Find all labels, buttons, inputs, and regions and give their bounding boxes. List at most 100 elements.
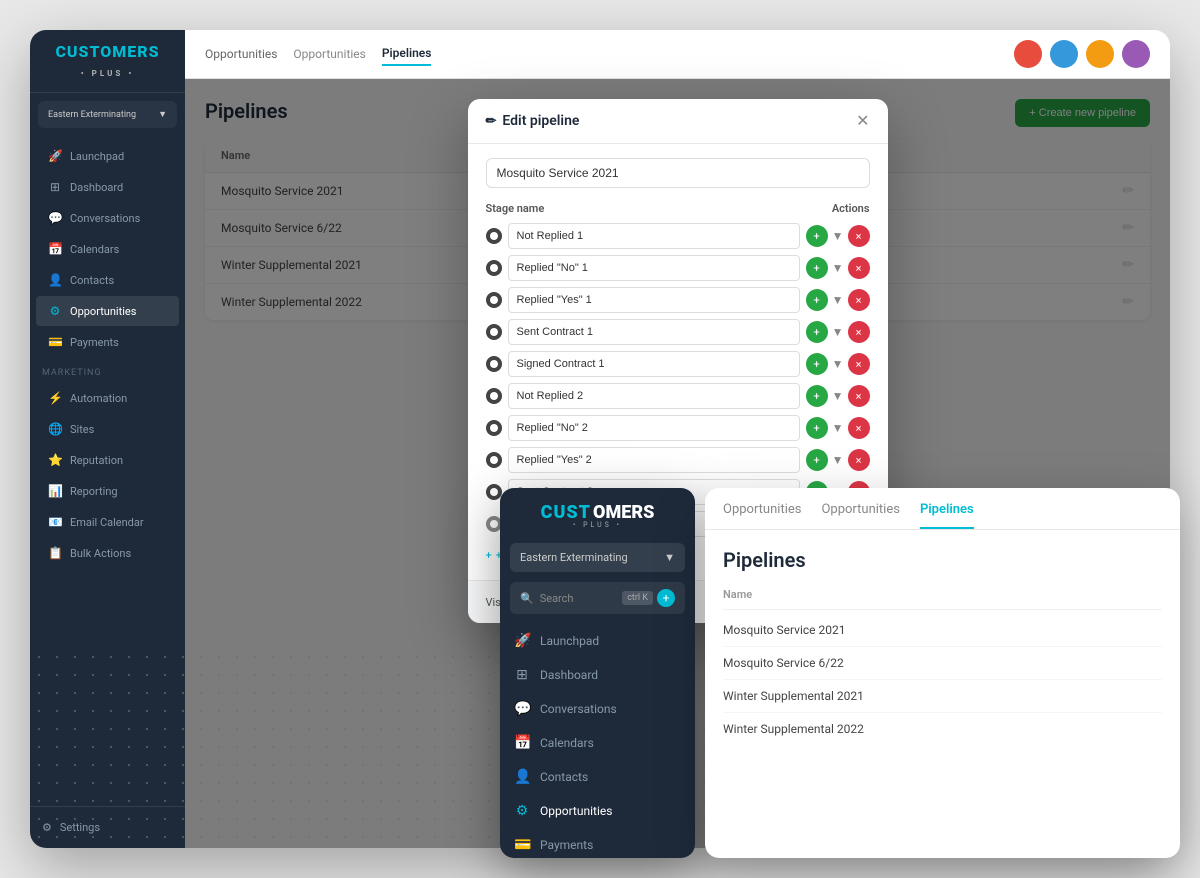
fg-tab-opportunities-sub[interactable]: Opportunities bbox=[821, 502, 899, 529]
fg-nav-launchpad[interactable]: 🚀Launchpad bbox=[500, 624, 695, 658]
sidebar-item-bulk-actions[interactable]: 📋Bulk Actions bbox=[36, 538, 179, 568]
sidebar-item-payments[interactable]: 💳Payments bbox=[36, 327, 179, 357]
sidebar-item-label: Dashboard bbox=[70, 181, 123, 194]
foreground-cards: CUST OMERS • PLUS • Eastern Exterminatin… bbox=[500, 488, 1180, 858]
sidebar-item-launchpad[interactable]: 🚀Launchpad bbox=[36, 141, 179, 171]
delete-stage-button[interactable]: × bbox=[848, 225, 870, 247]
fg-logo-omers: OMERS bbox=[593, 502, 654, 523]
add-stage-button[interactable]: + bbox=[806, 449, 828, 471]
filter-icon[interactable]: ▼ bbox=[832, 357, 844, 371]
stage-row: + ▼ × bbox=[486, 287, 870, 313]
sidebar-item-reporting[interactable]: 📊Reporting bbox=[36, 476, 179, 506]
close-button[interactable]: ✕ bbox=[856, 113, 869, 129]
filter-icon[interactable]: ▼ bbox=[832, 325, 844, 339]
filter-icon[interactable]: ▼ bbox=[832, 453, 844, 467]
fg-add-button[interactable]: + bbox=[657, 589, 675, 607]
fg-nav-dashboard[interactable]: ⊞Dashboard bbox=[500, 658, 695, 692]
sidebar-item-label: Calendars bbox=[70, 243, 119, 256]
sidebar-item-automation[interactable]: ⚡Automation bbox=[36, 383, 179, 413]
fg-nav-label: Conversations bbox=[540, 702, 617, 716]
modal-header: ✏ Edit pipeline ✕ bbox=[468, 99, 888, 144]
sidebar-item-label: Sites bbox=[70, 423, 94, 436]
top-header: Opportunities Opportunities Pipelines bbox=[185, 30, 1170, 79]
sidebar-item-sites[interactable]: 🌐Sites bbox=[36, 414, 179, 444]
fg-panel-header: Opportunities Opportunities Pipelines bbox=[705, 488, 1180, 530]
stage-input[interactable] bbox=[508, 287, 800, 313]
tab-pipelines[interactable]: Pipelines bbox=[382, 42, 432, 66]
add-stage-button[interactable]: + bbox=[806, 257, 828, 279]
delete-stage-button[interactable]: × bbox=[848, 289, 870, 311]
pipeline-name-input[interactable] bbox=[486, 158, 870, 188]
fg-nav-conversations[interactable]: 💬Conversations bbox=[500, 692, 695, 726]
stage-check bbox=[486, 260, 502, 276]
fg-nav-calendars[interactable]: 📅Calendars bbox=[500, 726, 695, 760]
add-stage-button[interactable]: + bbox=[806, 289, 828, 311]
fg-nav-opportunities[interactable]: ⚙Opportunities bbox=[500, 794, 695, 828]
stage-input[interactable] bbox=[508, 319, 800, 345]
fg-nav-contacts[interactable]: 👤Contacts bbox=[500, 760, 695, 794]
sidebar-item-contacts[interactable]: 👤Contacts bbox=[36, 265, 179, 295]
stage-row: + ▼ × bbox=[486, 447, 870, 473]
automation-icon: ⚡ bbox=[48, 391, 62, 405]
fg-nav-payments[interactable]: 💳Payments bbox=[500, 828, 695, 858]
add-stage-button[interactable]: + bbox=[806, 385, 828, 407]
sidebar-item-reputation[interactable]: ⭐Reputation bbox=[36, 445, 179, 475]
fg-nav-label: Contacts bbox=[540, 770, 588, 784]
fg-pipeline-row: Winter Supplemental 2021 bbox=[723, 680, 1162, 713]
stage-actions: + ▼ × bbox=[806, 321, 870, 343]
stage-check bbox=[486, 292, 502, 308]
sidebar-item-calendars[interactable]: 📅Calendars bbox=[36, 234, 179, 264]
filter-icon[interactable]: ▼ bbox=[832, 389, 844, 403]
chevron-icon: ▼ bbox=[158, 109, 167, 120]
fg-pipeline-row: Winter Supplemental 2022 bbox=[723, 713, 1162, 745]
delete-stage-button[interactable]: × bbox=[848, 449, 870, 471]
delete-stage-button[interactable]: × bbox=[848, 417, 870, 439]
delete-stage-button[interactable]: × bbox=[848, 257, 870, 279]
fg-pipeline-row: Mosquito Service 2021 bbox=[723, 614, 1162, 647]
stage-row: + ▼ × bbox=[486, 383, 870, 409]
filter-icon[interactable]: ▼ bbox=[832, 421, 844, 435]
add-stage-button[interactable]: + bbox=[806, 225, 828, 247]
company-name: Eastern Exterminating bbox=[48, 110, 136, 120]
delete-stage-button[interactable]: × bbox=[848, 385, 870, 407]
payments-icon: 💳 bbox=[514, 837, 530, 853]
logo-text: Customers• PLUS • bbox=[42, 42, 173, 80]
stage-input[interactable] bbox=[508, 447, 800, 473]
sidebar-item-dashboard[interactable]: ⊞ Dashboard bbox=[36, 172, 179, 202]
opportunities-icon: ⚙ bbox=[514, 803, 530, 819]
payments-icon: 💳 bbox=[48, 335, 62, 349]
avatar-3 bbox=[1086, 40, 1114, 68]
sidebar-item-opportunities[interactable]: ⚙Opportunities bbox=[36, 296, 179, 326]
tab-opportunities[interactable]: Opportunities bbox=[293, 43, 365, 65]
stage-actions: + ▼ × bbox=[806, 385, 870, 407]
foreground-sidebar-card: CUST OMERS • PLUS • Eastern Exterminatin… bbox=[500, 488, 695, 858]
stage-input[interactable] bbox=[508, 415, 800, 441]
sidebar-item-email-calendar[interactable]: 📧Email Calendar bbox=[36, 507, 179, 537]
fg-search-shortcut: ctrl K bbox=[622, 591, 653, 605]
add-stage-button[interactable]: + bbox=[806, 353, 828, 375]
fg-tab-opportunities-main[interactable]: Opportunities bbox=[723, 502, 801, 529]
fg-tab-pipelines[interactable]: Pipelines bbox=[920, 502, 974, 529]
stage-input[interactable] bbox=[508, 383, 800, 409]
filter-icon[interactable]: ▼ bbox=[832, 229, 844, 243]
stage-input[interactable] bbox=[508, 223, 800, 249]
avatar-1 bbox=[1014, 40, 1042, 68]
stage-input[interactable] bbox=[508, 351, 800, 377]
stage-actions: + ▼ × bbox=[806, 289, 870, 311]
add-stage-button[interactable]: + bbox=[806, 417, 828, 439]
breadcrumb-opportunities: Opportunities bbox=[205, 47, 277, 61]
delete-stage-button[interactable]: × bbox=[848, 321, 870, 343]
delete-stage-button[interactable]: × bbox=[848, 353, 870, 375]
stage-actions: + ▼ × bbox=[806, 225, 870, 247]
filter-icon[interactable]: ▼ bbox=[832, 293, 844, 307]
stage-actions: + ▼ × bbox=[806, 417, 870, 439]
sidebar-item-conversations[interactable]: 💬Conversations bbox=[36, 203, 179, 233]
sidebar-company[interactable]: Eastern Exterminating ▼ bbox=[38, 101, 177, 128]
fg-search[interactable]: 🔍 Search ctrl K + bbox=[510, 582, 685, 614]
add-stage-button[interactable]: + bbox=[806, 321, 828, 343]
dashboard-icon: ⊞ bbox=[48, 180, 62, 194]
fg-company[interactable]: Eastern Exterminating ▼ bbox=[510, 543, 685, 572]
stage-input[interactable] bbox=[508, 255, 800, 281]
filter-icon[interactable]: ▼ bbox=[832, 261, 844, 275]
fg-logo: CUST OMERS • PLUS • bbox=[500, 488, 695, 543]
